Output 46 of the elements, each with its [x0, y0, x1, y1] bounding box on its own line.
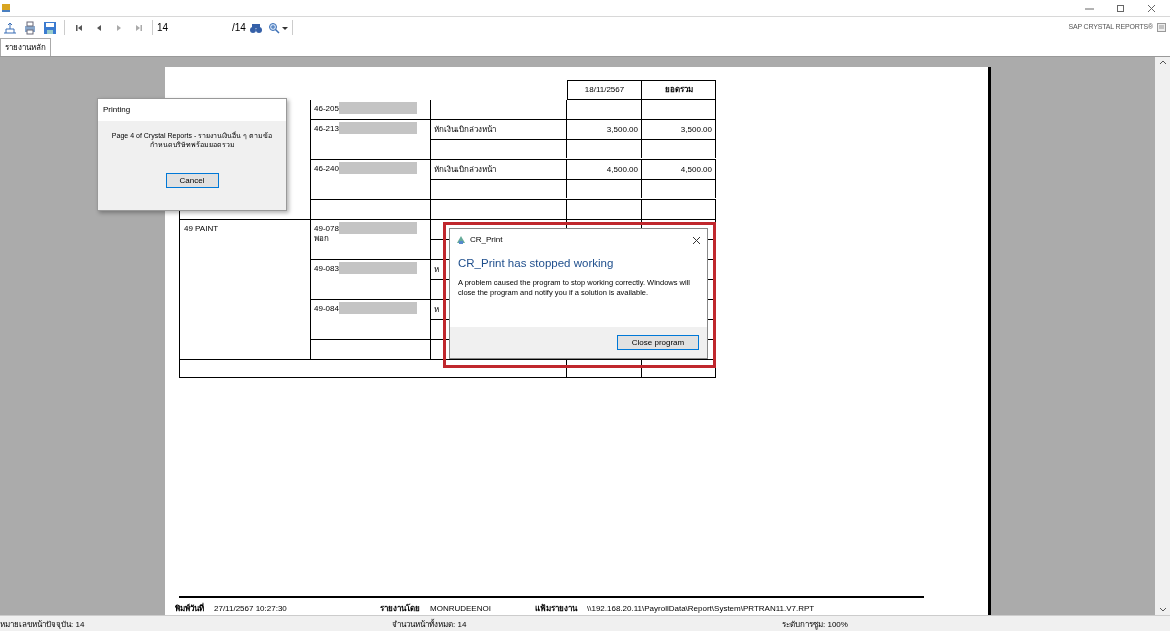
employee-code: 46-240 — [314, 164, 339, 174]
deduction-text: หักเงินเบิกล่วงหน้า — [434, 164, 496, 175]
table-header: ยอดรวม — [642, 80, 716, 100]
employee-code: 49-084 — [314, 304, 339, 314]
dialog-title: Printing — [103, 104, 131, 116]
print-icon[interactable] — [22, 19, 38, 36]
footer-value: \\192.168.20.11\PayrollData\Report\System\PRTRAN11.V7.RPT — [587, 603, 815, 615]
deduction-text: หักเงินเบิกล่วงหน้า — [434, 124, 496, 135]
group-name: 49 PAINT — [184, 224, 219, 233]
total-text: 3,500.00 — [680, 124, 712, 135]
app-icon — [456, 235, 466, 245]
employee-code: 49-078 — [314, 224, 339, 234]
status-text: จำนวนหน้าทั้งหมด: 14 — [392, 619, 467, 631]
cancel-button[interactable]: Cancel — [165, 173, 219, 188]
footer-label: แฟ้มรายงาน — [535, 603, 577, 615]
page-total: /14 — [232, 21, 246, 35]
footer-value: 27/11/2567 10:27:30 — [214, 603, 287, 615]
save-icon[interactable] — [42, 19, 58, 36]
dialog-title: CR_Print — [470, 234, 503, 246]
footer-label: พิมพ์วันที่ — [175, 603, 204, 615]
report-tab[interactable]: รายงานหลัก — [0, 38, 51, 56]
app-icon — [1, 3, 11, 13]
employee-note: พอก — [314, 234, 330, 244]
deduction-text: ห — [434, 264, 439, 275]
panel-toggle-icon — [1157, 23, 1166, 32]
employee-code: 46-205 — [314, 104, 339, 114]
status-text: หมายเลขหน้าปัจจุบัน: 14 — [0, 619, 85, 631]
total-text: 4,500.00 — [680, 164, 712, 175]
scrollbar[interactable] — [1155, 57, 1170, 615]
status-text: ระดับการซูม: 100% — [782, 619, 848, 631]
footer-label: รายงานโดย — [380, 603, 420, 615]
deduction-text: ห — [434, 304, 439, 315]
close-program-button[interactable]: Close program — [617, 335, 699, 350]
close-icon[interactable] — [692, 235, 701, 245]
employee-code: 46-213 — [314, 124, 339, 134]
amount-text: 4,500.00 — [606, 164, 638, 175]
employee-code: 49-083 — [314, 264, 339, 274]
footer-value: MONRUDEENOI — [430, 603, 491, 615]
amount-text: 3,500.00 — [606, 124, 638, 135]
scroll-down-icon — [1158, 607, 1167, 613]
table-header: 18/11/2567 — [567, 80, 642, 100]
caret-icon — [281, 24, 288, 31]
dialog-heading: CR_Print has stopped working — [457, 256, 615, 271]
scroll-up-icon — [1158, 59, 1167, 65]
close-icon — [1147, 3, 1156, 13]
maximize-icon — [1116, 3, 1125, 13]
